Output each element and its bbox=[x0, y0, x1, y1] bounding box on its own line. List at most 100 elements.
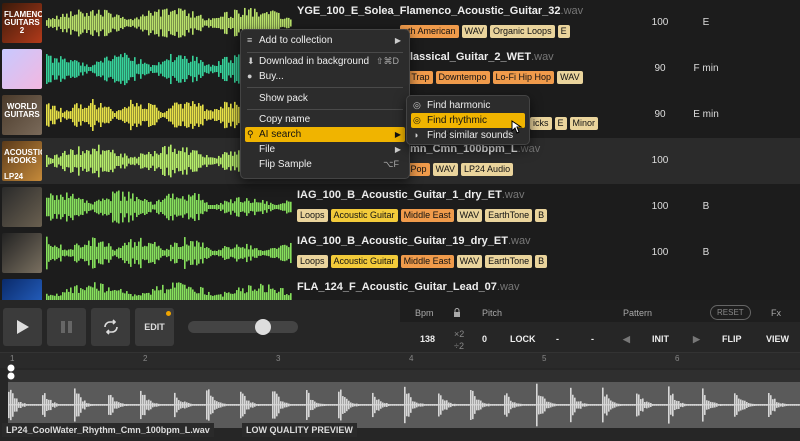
tag[interactable]: Middle East bbox=[400, 209, 454, 222]
bpm-value[interactable]: 138 bbox=[420, 334, 435, 344]
ai-search-submenu: ◎ Find harmonic matches ◎ Find rhythmic … bbox=[406, 95, 530, 145]
pack-thumbnail[interactable] bbox=[2, 49, 42, 89]
timeline-lane bbox=[8, 370, 800, 382]
sample-waveform[interactable] bbox=[46, 236, 292, 270]
tag[interactable]: WAV bbox=[461, 25, 488, 38]
tag[interactable]: Loops bbox=[297, 209, 328, 222]
tag[interactable]: Minor bbox=[569, 117, 599, 130]
tag[interactable]: WAV bbox=[456, 255, 483, 268]
tag[interactable]: Loops bbox=[297, 255, 328, 268]
menu-item-flip-sample[interactable]: Flip Sample ⌥F bbox=[245, 157, 405, 172]
menu-divider bbox=[247, 52, 403, 53]
loop-button[interactable] bbox=[91, 308, 130, 346]
pack-thumbnail[interactable] bbox=[2, 233, 42, 273]
bpm-cell: 100 bbox=[651, 17, 669, 28]
pattern-next-icon[interactable]: ▶ bbox=[693, 334, 700, 345]
pack-thumbnail[interactable] bbox=[2, 187, 42, 227]
pitch-down-button[interactable]: - bbox=[556, 334, 559, 344]
menu-item-find-similar[interactable]: ◑ Find similar sounds bbox=[411, 128, 525, 143]
tag[interactable]: Acoustic Guitar bbox=[330, 255, 398, 268]
pitch-label: Pitch bbox=[482, 308, 503, 318]
menu-item-find-harmonic[interactable]: ◎ Find harmonic matches bbox=[411, 98, 525, 126]
sample-filename[interactable]: FLA_124_F_Acoustic_Guitar_Lead_07.wav bbox=[297, 281, 520, 293]
stop-button[interactable] bbox=[47, 308, 86, 346]
bpm-cell: 100 bbox=[651, 201, 669, 212]
menu-item-buy[interactable]: ● Buy... bbox=[245, 69, 405, 84]
menu-item-file[interactable]: File ▶ bbox=[245, 142, 405, 157]
tag[interactable]: B bbox=[535, 255, 548, 268]
tag[interactable]: E bbox=[557, 25, 570, 38]
menu-item-show-pack[interactable]: Show pack bbox=[245, 91, 405, 106]
pitch-value[interactable]: 0 bbox=[482, 334, 487, 344]
bpm-cell: 90 bbox=[654, 63, 666, 74]
tag[interactable]: WAV bbox=[432, 163, 459, 176]
tag[interactable]: Lo-Fi Hip Hop bbox=[492, 71, 555, 84]
ruler-mark: 3 bbox=[276, 354, 281, 363]
tag[interactable]: WAV bbox=[557, 71, 583, 84]
pack-thumbnail-title: ACOUSTIC HOOKS bbox=[4, 148, 42, 165]
menu-item-copy-name[interactable]: Copy name bbox=[245, 112, 405, 127]
flip-button[interactable]: FLIP bbox=[722, 334, 742, 344]
tag-list: ill Trap Downtempo Lo-Fi Hip Hop WAV bbox=[400, 71, 583, 84]
pack-thumbnail[interactable]: FLAMENCO GUITARS 2 bbox=[2, 3, 42, 43]
sample-row[interactable]: IAG_100_B_Acoustic_Guitar_1_dry_ET.wav Lo… bbox=[0, 184, 800, 230]
reset-button[interactable]: RESET bbox=[710, 305, 751, 320]
list-add-icon: ≡ bbox=[247, 35, 253, 45]
tag[interactable]: EarthTone bbox=[485, 255, 533, 268]
bpm-half-button[interactable]: ÷2 bbox=[454, 341, 464, 351]
quality-badge: LOW QUALITY PREVIEW bbox=[242, 423, 357, 437]
pitch-lock-button[interactable]: LOCK bbox=[510, 334, 536, 344]
sample-waveform[interactable] bbox=[46, 190, 292, 224]
bpm-label: Bpm bbox=[415, 308, 434, 318]
tag[interactable]: Acoustic Guitar bbox=[330, 209, 398, 222]
tag[interactable]: Downtempo bbox=[435, 71, 490, 84]
main-waveform[interactable] bbox=[8, 382, 800, 428]
pitch-up-button[interactable]: - bbox=[591, 334, 594, 344]
sample-browser: FLAMENCO GUITARS 2 YGE_100_E_Solea_Flamen… bbox=[0, 0, 800, 441]
tag[interactable]: B bbox=[535, 209, 548, 222]
view-button[interactable]: VIEW bbox=[766, 334, 789, 344]
timeline-ruler[interactable]: 1234567 bbox=[0, 352, 800, 368]
filename-base: FLA_124_F_Acoustic_Guitar_Lead_07 bbox=[297, 281, 497, 293]
chevron-right-icon: ▶ bbox=[394, 145, 401, 154]
tag[interactable]: WAV bbox=[456, 209, 483, 222]
playhead-marker-icon[interactable] bbox=[7, 364, 15, 382]
edit-button[interactable]: EDIT bbox=[135, 308, 174, 346]
sample-filename[interactable]: lassical_Guitar_2_WET.wav bbox=[410, 51, 554, 63]
current-file-label: LP24_CoolWater_Rhythm_Cmn_100bpm_L.wav bbox=[2, 423, 214, 437]
tag[interactable]: Organic Loops bbox=[490, 25, 555, 38]
tag[interactable]: E bbox=[554, 117, 567, 130]
volume-slider[interactable] bbox=[188, 319, 298, 335]
filename-extension: .wav bbox=[560, 5, 584, 17]
menu-item-ai-search[interactable]: ⚲ AI search ▶ bbox=[245, 127, 405, 142]
context-menu: ≡ Add to collection ▶ ⬇ Download in back… bbox=[240, 29, 410, 179]
pack-thumbnail[interactable]: WORLD GUITARS bbox=[2, 95, 42, 135]
sample-filename[interactable]: YGE_100_E_Solea_Flamenco_Acoustic_Guitar… bbox=[297, 5, 583, 17]
sample-row[interactable]: IAG_100_B_Acoustic_Guitar_19_dry_ET.wav L… bbox=[0, 230, 800, 276]
similar-icon: ◑ bbox=[413, 130, 419, 140]
menu-item-add-to-collection[interactable]: ≡ Add to collection ▶ bbox=[245, 33, 405, 48]
bpm-double-button[interactable]: ×2 bbox=[454, 329, 464, 339]
sample-filename[interactable]: IAG_100_B_Acoustic_Guitar_1_dry_ET.wav bbox=[297, 189, 524, 201]
lock-icon[interactable] bbox=[453, 308, 461, 318]
tag[interactable]: Middle East bbox=[400, 255, 454, 268]
filename-extension: .wav bbox=[501, 189, 525, 201]
pack-thumbnail[interactable]: ACOUSTIC HOOKS LP24 bbox=[2, 141, 42, 181]
pack-thumbnail-title: FLAMENCO GUITARS 2 bbox=[4, 10, 42, 35]
stop-icon bbox=[60, 321, 72, 333]
pattern-prev-icon[interactable]: ◀ bbox=[623, 334, 630, 345]
menu-item-download[interactable]: ⬇ Download in background ⇧⌘D bbox=[245, 54, 405, 69]
tag-list: uth American WAV Organic Loops E bbox=[400, 25, 570, 38]
coin-icon: ● bbox=[247, 71, 253, 81]
sample-filename[interactable]: IAG_100_B_Acoustic_Guitar_19_dry_ET.wav bbox=[297, 235, 531, 247]
pattern-label: Pattern bbox=[623, 308, 653, 318]
volume-slider-handle[interactable] bbox=[254, 319, 271, 335]
tag[interactable]: EarthTone bbox=[485, 209, 533, 222]
pattern-init-button[interactable]: INIT bbox=[652, 334, 669, 344]
filename-extension: .wav bbox=[507, 235, 531, 247]
play-button[interactable] bbox=[3, 308, 42, 346]
menu-item-find-rhythmic[interactable]: ◎ Find rhythmic matches bbox=[411, 113, 525, 141]
loop-icon bbox=[103, 319, 118, 335]
tag[interactable]: LP24 Audio bbox=[461, 163, 514, 176]
tag[interactable]: icks bbox=[530, 117, 552, 130]
